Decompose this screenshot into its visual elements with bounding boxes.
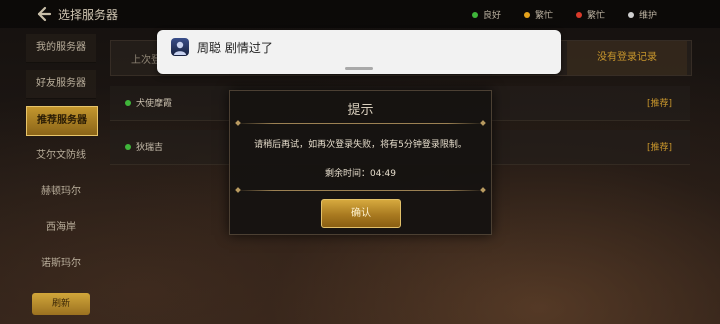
- server-region-sidebar: 我的服务器 好友服务器 推荐服务器 艾尔文防线 赫顿玛尔 西海岸 诺斯玛尔: [24, 32, 98, 324]
- legend-good: 良好: [472, 8, 501, 21]
- countdown-timer: 剩余时间：04:49: [325, 169, 396, 179]
- sidebar-item-region[interactable]: 赫顿玛尔: [26, 178, 96, 206]
- refresh-button[interactable]: 刷新: [32, 293, 90, 315]
- dialog-title: 提示: [347, 103, 374, 118]
- avatar: [171, 38, 189, 56]
- no-record-label: 没有登录记录: [567, 41, 687, 75]
- status-dot-icon: [628, 11, 634, 18]
- user-avatar-icon: [174, 41, 186, 55]
- alert-dialog: 提示 请稍后再试，如再次登录失败，将有5分钟登录限制。 剩余时间：04:49 确…: [229, 90, 492, 235]
- divider: [236, 190, 485, 191]
- legend-full: 繁忙: [576, 8, 605, 21]
- sidebar-item-region[interactable]: 诺斯玛尔: [26, 250, 96, 278]
- top-bar: 选择服务器 良好 繁忙 繁忙 维护: [0, 0, 720, 28]
- sidebar-item-region[interactable]: 西海岸: [26, 214, 96, 242]
- status-dot-icon: [472, 11, 478, 18]
- back-arrow-icon[interactable]: [34, 5, 52, 23]
- dialog-message: 请稍后再试，如再次登录失败，将有5分钟登录限制。: [254, 140, 467, 150]
- sidebar-item-my-servers[interactable]: 我的服务器: [26, 34, 96, 63]
- notification-banner[interactable]: 周聪 剧情过了: [157, 30, 561, 74]
- divider: [236, 123, 485, 124]
- notification-text: 周聪 剧情过了: [197, 41, 273, 55]
- status-dot-icon: [576, 11, 582, 18]
- sidebar-item-friend-servers[interactable]: 好友服务器: [26, 70, 96, 99]
- legend-maintenance: 维护: [628, 8, 657, 21]
- page-title: 选择服务器: [58, 8, 119, 22]
- legend-busy: 繁忙: [524, 8, 553, 21]
- status-dot-icon: [524, 11, 530, 18]
- recommend-tag: [推荐]: [646, 99, 672, 109]
- server-name: 犬使摩霞: [136, 99, 173, 109]
- sidebar-item-region[interactable]: 艾尔文防线: [26, 142, 96, 170]
- server-name: 狄瑞吉: [136, 143, 164, 153]
- drag-handle[interactable]: [345, 67, 373, 70]
- status-dot-icon: [125, 100, 131, 106]
- status-dot-icon: [125, 144, 131, 150]
- recommend-tag: [推荐]: [646, 143, 672, 153]
- confirm-button[interactable]: 确认: [321, 199, 401, 228]
- sidebar-item-recommended[interactable]: 推荐服务器: [26, 106, 98, 136]
